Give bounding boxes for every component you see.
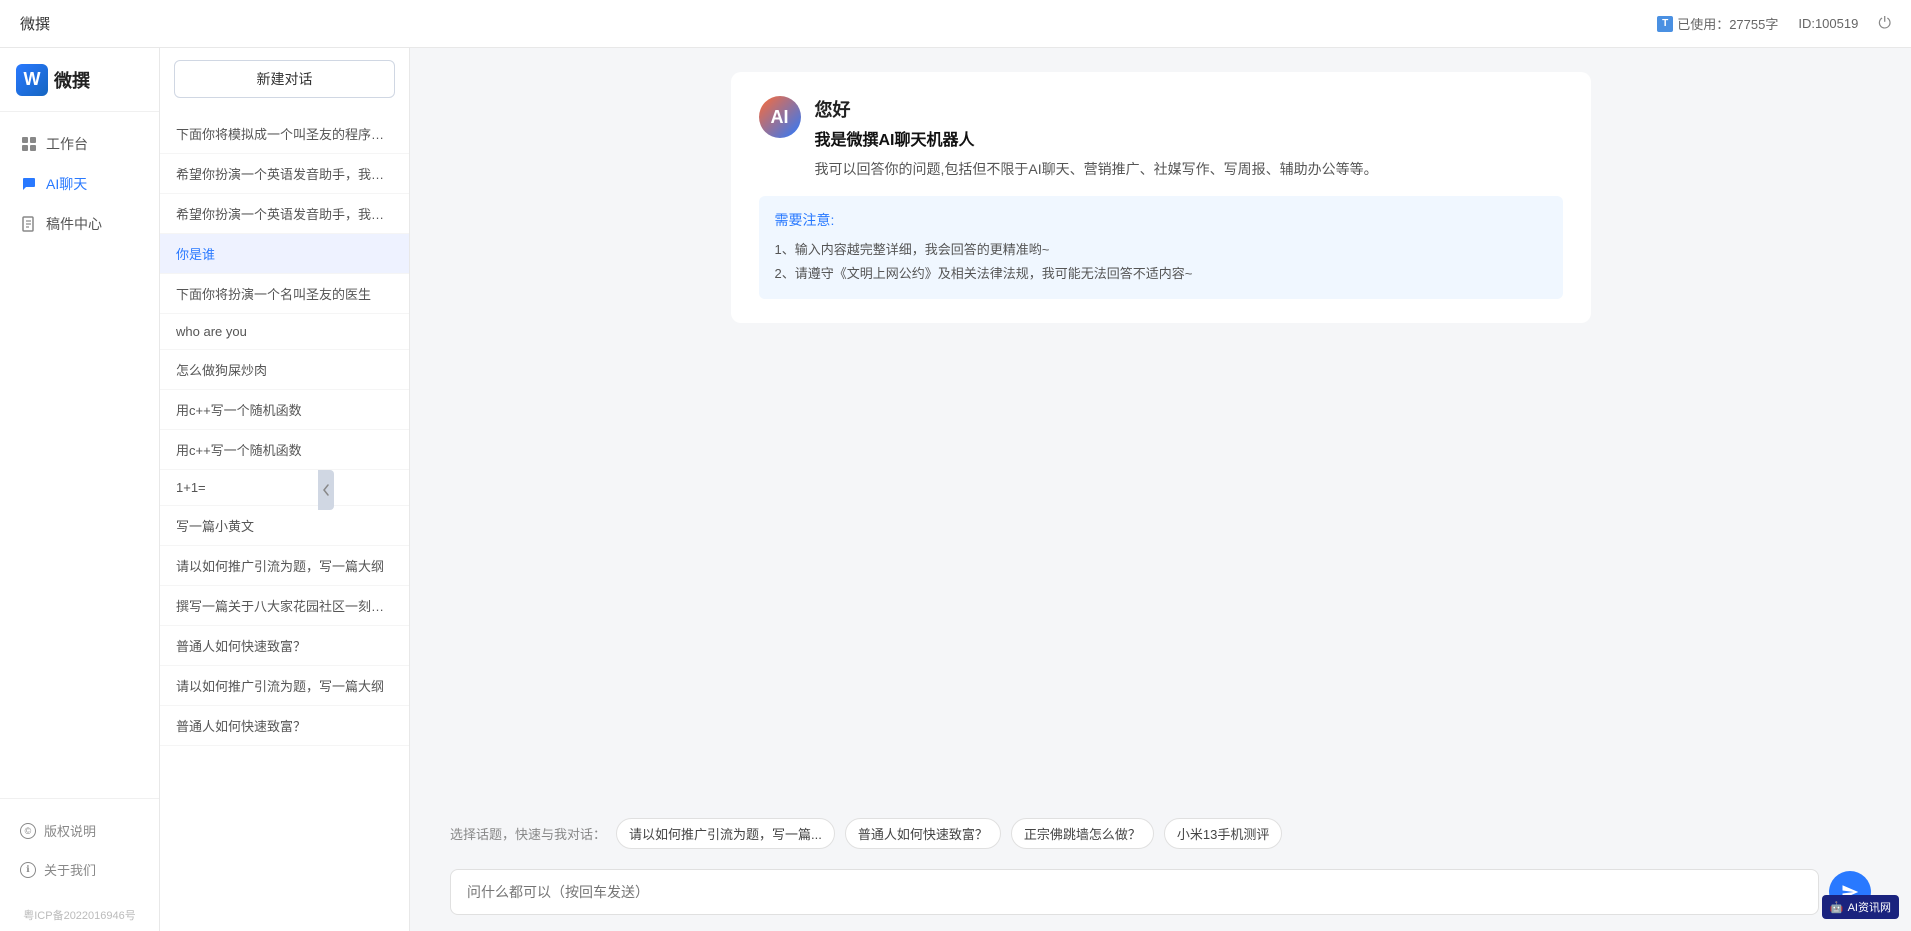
history-item[interactable]: 用c++写一个随机函数 (160, 390, 409, 430)
history-item[interactable]: 下面你将模拟成一个叫圣友的程序员，我说... (160, 114, 409, 154)
history-item[interactable]: who are you (160, 314, 409, 350)
topbar-right: T 已使用：27755字 ID:100519 ⏻ (1657, 14, 1891, 33)
collapse-button[interactable] (318, 470, 334, 510)
ai-badge-icon: 🤖 (1830, 901, 1844, 914)
ai-badge: 🤖 AI资讯网 (1822, 895, 1899, 919)
notice-box: 需要注意: 1、输入内容越完整详细，我会回答的更精准哟~ 2、请遵守《文明上网公… (759, 196, 1563, 299)
notice-title: 需要注意: (775, 210, 1547, 230)
chat-input[interactable] (450, 869, 1819, 915)
nav-draft-label: 稿件中心 (46, 214, 102, 234)
nav-item-workbench[interactable]: 工作台 (0, 124, 159, 164)
ai-avatar: AI (759, 96, 801, 138)
history-item[interactable]: 希望你扮演一个英语发音助手，我提供给你... (160, 154, 409, 194)
history-item[interactable]: 普通人如何快速致富？ (160, 706, 409, 746)
welcome-card: AI 您好 我是微撰AI聊天机器人 我可以回答你的问题,包括但不限于AI聊天、营… (731, 72, 1591, 323)
chat-messages: AI 您好 我是微撰AI聊天机器人 我可以回答你的问题,包括但不限于AI聊天、营… (410, 48, 1911, 808)
history-item[interactable]: 请以如何推广引流为题，写一篇大纲 (160, 666, 409, 706)
history-item[interactable]: 希望你扮演一个英语发音助手，我提供给你... (160, 194, 409, 234)
quick-topics-label: 选择话题，快速与我对话： (450, 824, 606, 843)
history-item[interactable]: 1+1= (160, 470, 409, 506)
history-item[interactable]: 怎么做狗屎炒肉 (160, 350, 409, 390)
nav-copyright[interactable]: © 版权说明 (0, 811, 159, 850)
history-item[interactable]: 普通人如何快速致富？ (160, 626, 409, 666)
history-item[interactable]: 用c++写一个随机函数 (160, 430, 409, 470)
notice-item-1: 1、输入内容越完整详细，我会回答的更精准哟~ (775, 238, 1547, 261)
topic-chip[interactable]: 请以如何推广引流为题，写一篇... (616, 818, 835, 849)
ai-badge-text: AI资讯网 (1848, 899, 1891, 915)
nav-about[interactable]: ℹ 关于我们 (0, 850, 159, 889)
copyright-icon: © (20, 823, 36, 839)
nav-workbench-label: 工作台 (46, 134, 88, 154)
about-label: 关于我们 (44, 860, 96, 879)
logo-icon: W (16, 64, 48, 96)
icp-text: 粤ICP备2022016946号 (0, 901, 159, 931)
quick-topics: 选择话题，快速与我对话： 请以如何推广引流为题，写一篇... 普通人如何快速致富？… (410, 808, 1911, 859)
history-panel: 新建对话 下面你将模拟成一个叫圣友的程序员，我说...希望你扮演一个英语发音助手… (160, 48, 410, 931)
welcome-header: AI 您好 我是微撰AI聊天机器人 我可以回答你的问题,包括但不限于AI聊天、营… (759, 96, 1563, 180)
input-area (410, 859, 1911, 931)
copyright-label: 版权说明 (44, 821, 96, 840)
usage-text: 已使用：27755字 (1677, 14, 1778, 33)
draft-center-icon (20, 215, 38, 233)
main-layout: W 微撰 工作台 (0, 48, 1911, 931)
nav-ai-chat-label: AI聊天 (46, 174, 87, 194)
workbench-icon (20, 135, 38, 153)
about-icon: ℹ (20, 862, 36, 878)
history-item[interactable]: 写一篇小黄文 (160, 506, 409, 546)
history-item[interactable]: 请以如何推广引流为题，写一篇大纲 (160, 546, 409, 586)
left-nav: W 微撰 工作台 (0, 48, 160, 931)
nav-item-draft-center[interactable]: 稿件中心 (0, 204, 159, 244)
description: 我可以回答你的问题,包括但不限于AI聊天、营销推广、社媒写作、写周报、辅助办公等… (815, 158, 1378, 180)
logout-icon[interactable]: ⏻ (1878, 15, 1891, 33)
chat-area: AI 您好 我是微撰AI聊天机器人 我可以回答你的问题,包括但不限于AI聊天、营… (410, 48, 1911, 931)
history-item[interactable]: 下面你将扮演一个名叫圣友的医生 (160, 274, 409, 314)
usage-icon: T (1657, 16, 1673, 32)
topic-chip[interactable]: 正宗佛跳墙怎么做？ (1011, 818, 1154, 849)
nav-item-ai-chat[interactable]: AI聊天 (0, 164, 159, 204)
nav-items: 工作台 AI聊天 稿件 (0, 112, 159, 798)
ai-chat-icon (20, 175, 38, 193)
welcome-text: 您好 我是微撰AI聊天机器人 我可以回答你的问题,包括但不限于AI聊天、营销推广… (815, 96, 1378, 180)
history-list: 下面你将模拟成一个叫圣友的程序员，我说...希望你扮演一个英语发音助手，我提供给… (160, 110, 409, 931)
history-item[interactable]: 撰写一篇关于八大家花园社区一刻钟便民生... (160, 586, 409, 626)
notice-item-2: 2、请遵守《文明上网公约》及相关法律法规，我可能无法回答不适内容~ (775, 262, 1547, 285)
nav-bottom: © 版权说明 ℹ 关于我们 (0, 798, 159, 901)
topbar: 微撰 T 已使用：27755字 ID:100519 ⏻ (0, 0, 1911, 48)
topic-chip[interactable]: 普通人如何快速致富？ (845, 818, 1001, 849)
topbar-title: 微撰 (20, 13, 50, 34)
greeting: 您好 (815, 96, 1378, 122)
topic-chip[interactable]: 小米13手机测评 (1164, 818, 1282, 849)
bot-name: 我是微撰AI聊天机器人 (815, 126, 1378, 150)
new-chat-button[interactable]: 新建对话 (174, 60, 395, 98)
history-item[interactable]: 你是谁 (160, 234, 409, 274)
logo-text: 微撰 (54, 67, 90, 93)
logo-area: W 微撰 (0, 48, 159, 112)
usage-label: T 已使用：27755字 (1657, 14, 1778, 33)
user-id: ID:100519 (1798, 16, 1858, 31)
